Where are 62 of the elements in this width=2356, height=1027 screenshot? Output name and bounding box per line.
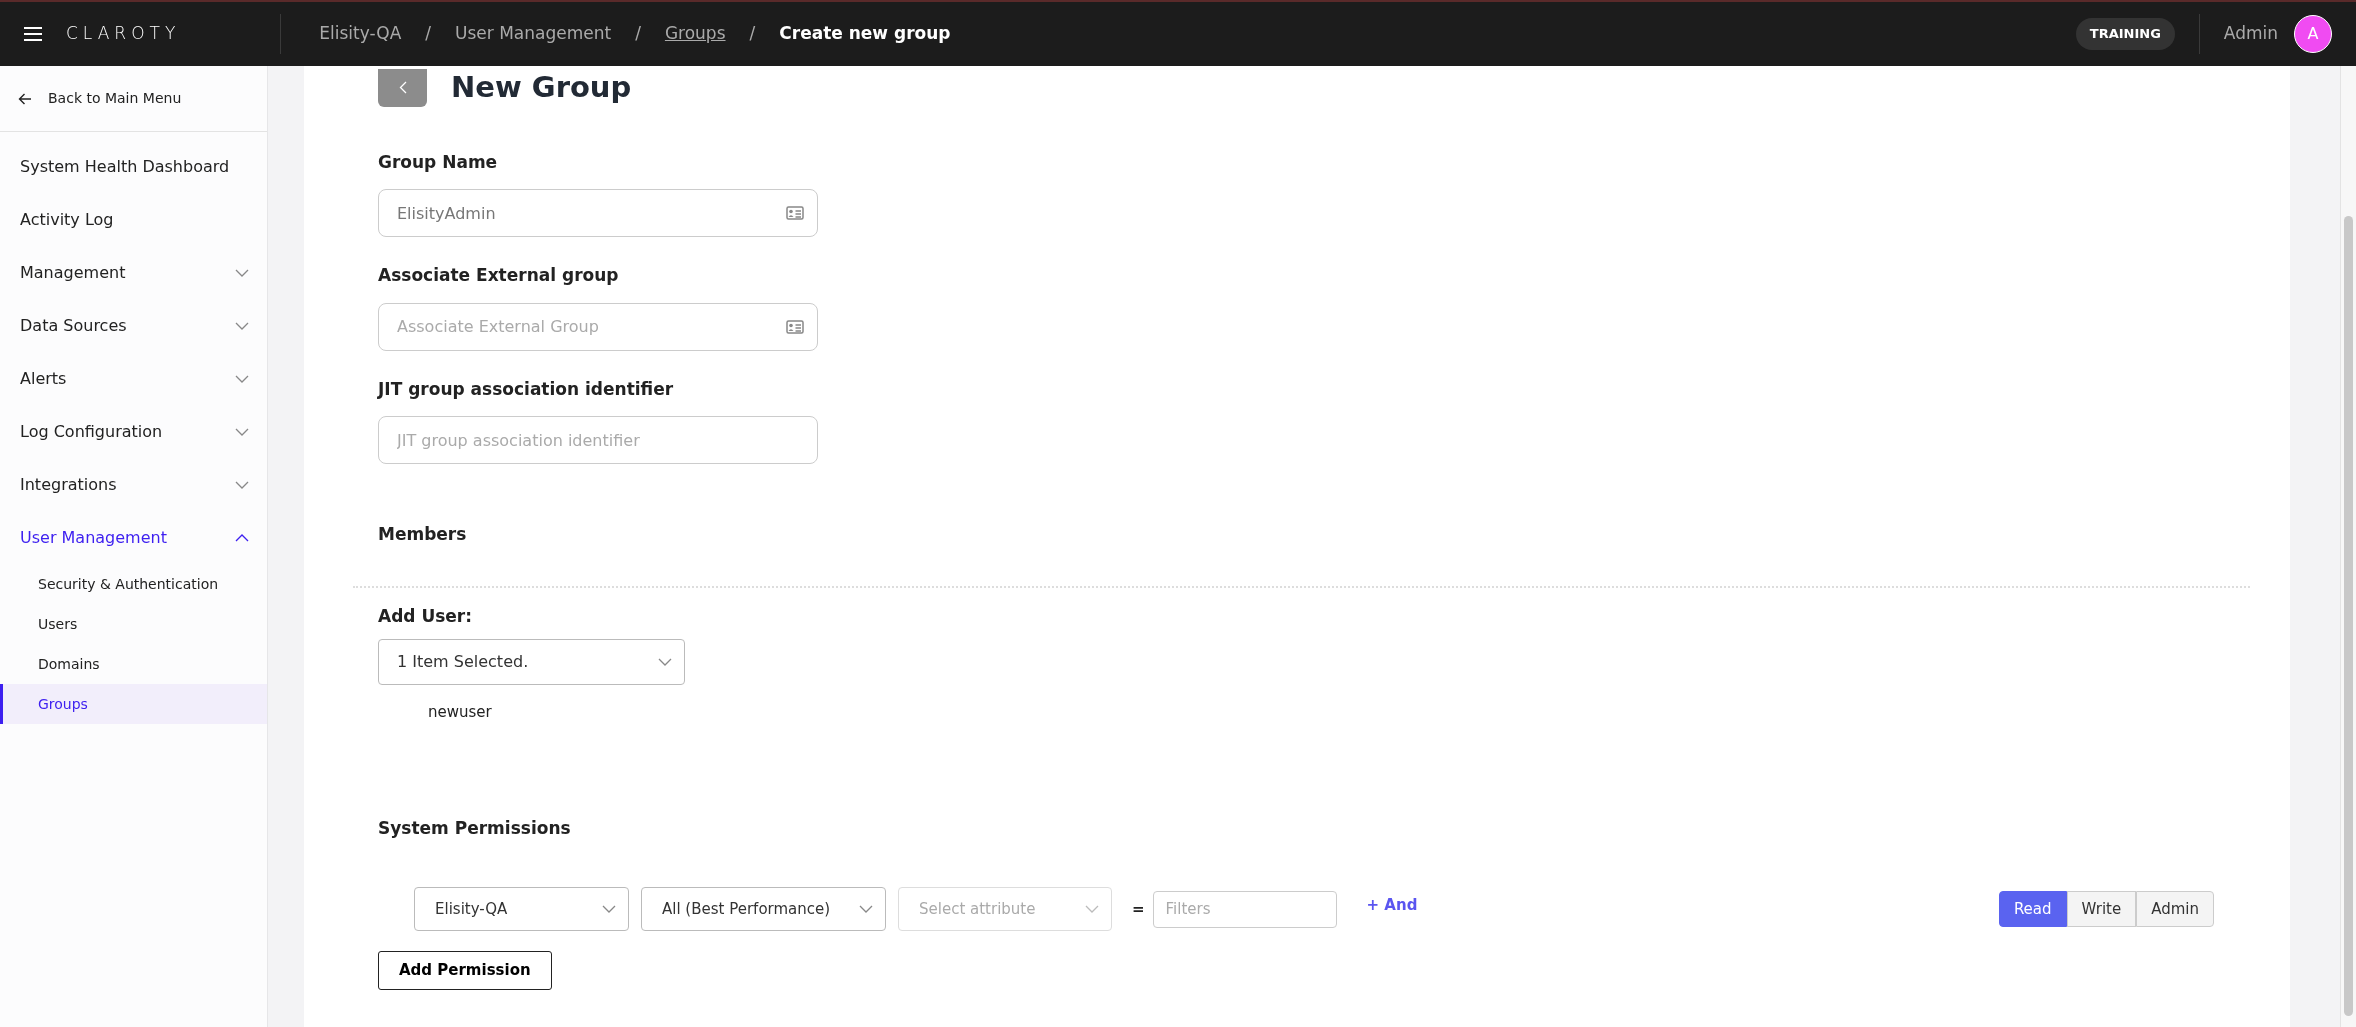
selected-user: newuser: [428, 702, 493, 723]
breadcrumb-separator: /: [635, 22, 641, 46]
equals-sign: =: [1132, 898, 1145, 920]
sidebar-subitem[interactable]: Groups: [0, 684, 267, 724]
section-heading: System Permissions: [378, 816, 572, 840]
access-level-toggle[interactable]: Read: [1998, 891, 2067, 927]
page-title: New Group: [451, 69, 632, 106]
field-label: Group Name: [378, 150, 499, 174]
chevron-icon: [235, 533, 249, 542]
chevron-icon: [602, 905, 616, 913]
chevron-icon: [235, 268, 249, 277]
back-button[interactable]: [378, 68, 427, 107]
chevron-icon: [859, 905, 873, 913]
sidebar-item[interactable]: Data Sources: [0, 299, 267, 352]
text-field[interactable]: ElisityAdmin: [378, 189, 818, 237]
id-card-icon: [786, 319, 804, 334]
field-label: JIT group association identifier: [378, 377, 675, 401]
field-label: Add User:: [378, 604, 474, 628]
field-label: Associate External group: [378, 264, 620, 287]
access-level-toggle[interactable]: Write: [2066, 891, 2137, 927]
add-condition-link[interactable]: + And: [1360, 892, 1424, 918]
sidebar-subitem[interactable]: Security & Authentication: [0, 564, 267, 604]
sidebar-item[interactable]: Log Configuration: [0, 405, 267, 458]
scrollbar[interactable]: [2340, 66, 2356, 1027]
chevron-left-icon: [398, 81, 407, 95]
breadcrumb-item: User Management: [455, 22, 612, 46]
breadcrumb-item: Create new group: [779, 22, 951, 46]
sidebar-subitem[interactable]: Domains: [0, 644, 267, 684]
dropdown-select[interactable]: All (Best Performance): [641, 887, 886, 931]
section-heading: Members: [378, 523, 468, 546]
user-select[interactable]: 1 Item Selected.: [378, 639, 685, 685]
text-field[interactable]: JIT group association identifier: [378, 416, 818, 464]
sidebar-subitem[interactable]: Users: [0, 604, 267, 644]
breadcrumb-separator: /: [425, 22, 432, 46]
sidebar-item[interactable]: User Management: [0, 511, 267, 564]
chevron-icon: [658, 658, 672, 666]
chevron-icon: [235, 321, 249, 330]
breadcrumb-item: Elisity-QA: [319, 22, 402, 46]
sidebar-item[interactable]: Integrations: [0, 458, 267, 511]
back-arrow-icon: [18, 92, 32, 105]
chevron-icon: [1085, 905, 1099, 913]
menu-icon[interactable]: [24, 27, 42, 41]
dropdown-select[interactable]: Elisity-QA: [414, 887, 629, 931]
environment-badge: TRAINING: [2075, 18, 2175, 50]
logo: CLAROTY: [66, 22, 181, 46]
sidebar-item[interactable]: Alerts: [0, 352, 267, 405]
chevron-icon: [235, 480, 249, 489]
user-name[interactable]: Admin: [2223, 21, 2278, 47]
chevron-icon: [235, 427, 249, 436]
breadcrumb-item[interactable]: Groups: [664, 21, 726, 47]
sidebar-item[interactable]: System Health Dashboard: [0, 140, 267, 193]
id-card-icon: [786, 206, 804, 220]
breadcrumb-separator: /: [749, 22, 756, 46]
chevron-icon: [235, 374, 249, 383]
filter-field[interactable]: Filters: [1152, 890, 1337, 928]
scrollbar-thumb[interactable]: [2344, 216, 2353, 1016]
sidebar-item[interactable]: Management: [0, 246, 267, 299]
add-permission-button[interactable]: Add Permission: [378, 951, 552, 990]
access-level-toggle[interactable]: Admin: [2136, 891, 2214, 927]
sidebar-item[interactable]: Activity Log: [0, 193, 267, 246]
text-field[interactable]: Associate External Group: [378, 302, 818, 351]
back-to-main-menu-link[interactable]: Back to Main Menu: [0, 66, 267, 132]
